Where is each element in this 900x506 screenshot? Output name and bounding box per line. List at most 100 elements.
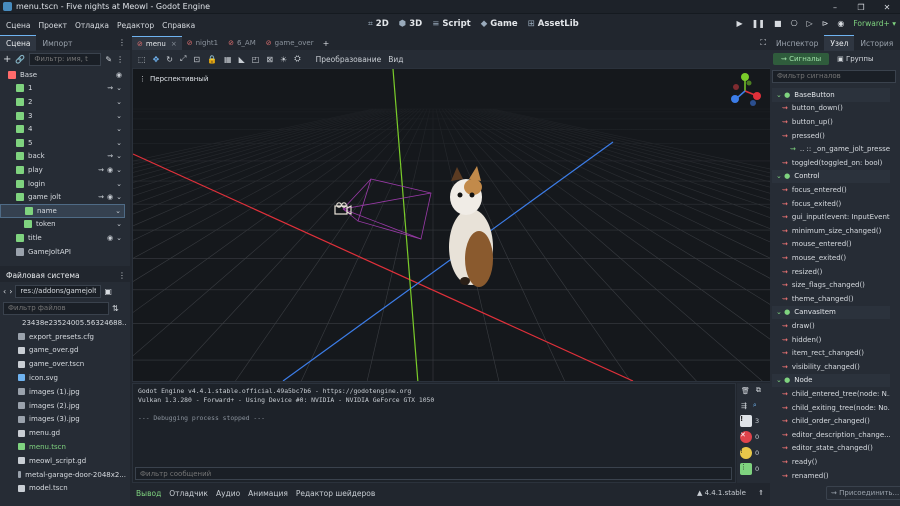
scene-tab[interactable]: ⊘ menu × bbox=[132, 36, 182, 50]
menu-scene[interactable]: Сцена bbox=[6, 21, 30, 30]
tab-history[interactable]: История bbox=[854, 36, 899, 51]
play-custom-icon[interactable]: ⊳ bbox=[822, 19, 829, 28]
preview-sun-icon[interactable]: ☀ bbox=[280, 55, 287, 64]
chevron-down-icon[interactable]: ⌄ bbox=[116, 220, 122, 228]
signal-row[interactable]: ⇝ editor_state_changed() bbox=[772, 442, 890, 456]
tab-debugger[interactable]: Отладчик bbox=[169, 489, 208, 498]
tab-output[interactable]: Вывод bbox=[136, 489, 161, 498]
signal-row[interactable]: ⇝ size_flags_changed() bbox=[772, 278, 890, 292]
workspace-game[interactable]: ◆ Game bbox=[481, 19, 518, 29]
file-row[interactable]: icon.svg bbox=[18, 371, 126, 385]
visibility-icon[interactable]: ◉ bbox=[107, 193, 113, 201]
signal-class-header[interactable]: ⌄ ● CanvasItem bbox=[772, 305, 890, 320]
signal-class-header[interactable]: ⌄ ● Node bbox=[772, 373, 890, 388]
view-menu[interactable]: Вид bbox=[388, 55, 403, 64]
signal-row[interactable]: ⇝ pressed() bbox=[772, 129, 890, 143]
split-view-icon[interactable]: ▣ bbox=[104, 287, 112, 296]
signal-icon[interactable]: ⇝ bbox=[98, 193, 104, 201]
snap-icon[interactable]: ⊠ bbox=[266, 55, 273, 64]
transform-icon[interactable]: ⊡ bbox=[193, 55, 200, 64]
scene-node-row[interactable]: GameJoltAPI bbox=[0, 245, 125, 259]
signal-row[interactable]: ⇝ child_exiting_tree(node: No... bbox=[772, 401, 890, 415]
add-tab-icon[interactable]: + bbox=[323, 39, 330, 48]
tab-inspector[interactable]: Инспектор bbox=[770, 36, 824, 51]
scene-node-row[interactable]: 5 ⌄ bbox=[0, 136, 125, 150]
signal-row[interactable]: ⇝ focus_entered() bbox=[772, 183, 890, 197]
expand-panel-icon[interactable]: ⇑ bbox=[758, 489, 764, 497]
remote-debug-icon[interactable]: ⎔ bbox=[791, 19, 798, 28]
distraction-free-icon[interactable]: ⛶ bbox=[760, 38, 766, 48]
select-tool-icon[interactable]: ⬚ bbox=[138, 55, 146, 64]
signal-row[interactable]: ⇝ visibility_changed() bbox=[772, 360, 890, 374]
chevron-down-icon[interactable]: ⌄ bbox=[116, 193, 122, 201]
file-row[interactable]: menu.tscn bbox=[18, 440, 126, 454]
signal-row[interactable]: ⇝ minimum_size_changed() bbox=[772, 224, 890, 238]
forward-icon[interactable]: › bbox=[9, 287, 12, 296]
chevron-down-icon[interactable]: ⌄ bbox=[115, 207, 121, 215]
menu-project[interactable]: Проект bbox=[38, 21, 67, 30]
chevron-down-icon[interactable]: ⌄ bbox=[116, 139, 122, 147]
tab-animation[interactable]: Анимация bbox=[248, 489, 288, 498]
local-space-icon[interactable]: ◰ bbox=[252, 55, 260, 64]
file-row[interactable]: metal-garage-door-2048x2... bbox=[18, 468, 126, 482]
chevron-down-icon[interactable]: ⌄ bbox=[116, 98, 122, 106]
copy-icon[interactable]: ⧉ bbox=[756, 386, 761, 395]
menu-help[interactable]: Справка bbox=[162, 21, 195, 30]
link-icon[interactable]: 🔗 bbox=[15, 55, 25, 64]
menu-icon[interactable]: ⋮ bbox=[118, 271, 126, 280]
signal-class-header[interactable]: ⌄ ● Control bbox=[772, 169, 890, 184]
move-tool-icon[interactable]: ✥ bbox=[153, 55, 160, 64]
scene-node-row[interactable]: game jolt ⇝ ◉ ⌄ bbox=[0, 190, 125, 204]
signal-row[interactable]: ⇝ item_rect_changed() bbox=[772, 346, 890, 360]
stop-icon[interactable]: ■ bbox=[774, 19, 782, 28]
scene-node-row[interactable]: 4 ⌄ bbox=[0, 122, 125, 136]
signal-row[interactable]: ⇝ renamed() bbox=[772, 469, 890, 483]
scene-node-row[interactable]: Base ◉ bbox=[0, 68, 125, 82]
signal-class-header[interactable]: ⌄ ● BaseButton bbox=[772, 88, 890, 102]
signal-row[interactable]: ⇝ toggled(toggled_on: bool) bbox=[772, 156, 890, 170]
scene-node-row[interactable]: 3 ⌄ bbox=[0, 109, 125, 123]
tab-shader-editor[interactable]: Редактор шейдеров bbox=[296, 489, 375, 498]
add-node-icon[interactable]: + bbox=[3, 54, 11, 65]
visibility-icon[interactable]: ◉ bbox=[107, 234, 113, 242]
close-tab-icon[interactable]: × bbox=[171, 40, 177, 48]
file-filter-input[interactable] bbox=[3, 301, 109, 315]
file-row[interactable]: game_over.tscn bbox=[18, 357, 126, 371]
signal-row[interactable]: ⇝ hidden() bbox=[772, 333, 890, 347]
chevron-down-icon[interactable]: ⌄ bbox=[116, 125, 122, 133]
menu-icon[interactable]: ⋮ bbox=[118, 38, 126, 47]
signal-row[interactable]: ⇝ editor_description_change... bbox=[772, 428, 890, 442]
scene-tab[interactable]: ⊘ night1 bbox=[182, 36, 223, 50]
file-row[interactable]: images (1).jpg bbox=[18, 385, 126, 399]
signal-row[interactable]: ⇝ button_down() bbox=[772, 102, 890, 116]
rotate-tool-icon[interactable]: ↻ bbox=[166, 55, 173, 64]
error-icon[interactable]: ✕ bbox=[740, 431, 752, 443]
tab-scene[interactable]: Сцена bbox=[0, 35, 37, 51]
signal-row[interactable]: ⇝ draw() bbox=[772, 319, 890, 333]
sort-icon[interactable]: ⇅ bbox=[112, 304, 119, 313]
file-row[interactable]: model.tscn bbox=[18, 482, 126, 496]
editor-msg-icon[interactable]: ⋮ bbox=[740, 463, 752, 475]
signal-row[interactable]: ⇝ resized() bbox=[772, 265, 890, 279]
lock-icon[interactable]: 🔒 bbox=[207, 55, 217, 64]
pause-icon[interactable]: ❚❚ bbox=[752, 19, 765, 28]
file-row[interactable]: game_over.gd bbox=[18, 344, 126, 358]
signal-filter-input[interactable] bbox=[772, 69, 896, 83]
play-scene-icon[interactable]: ▷ bbox=[807, 19, 813, 28]
transform-menu[interactable]: Преобразование bbox=[316, 55, 382, 64]
script-icon[interactable]: ✎ bbox=[105, 55, 112, 64]
visibility-icon[interactable]: ◉ bbox=[116, 71, 122, 79]
viewport-3d[interactable]: ⋮ Перспективный bbox=[132, 68, 772, 382]
menu-editor[interactable]: Редактор bbox=[117, 21, 154, 30]
signals-tab[interactable]: ⇝ Сигналы bbox=[773, 53, 830, 65]
scale-tool-icon[interactable]: ⤢ bbox=[180, 54, 186, 64]
scene-node-row[interactable]: play ⇝ ◉ ⌄ bbox=[0, 163, 125, 177]
filter-icon[interactable]: ⇶ bbox=[741, 402, 747, 410]
signal-row[interactable]: ⇝ focus_exited() bbox=[772, 197, 890, 211]
signal-icon[interactable]: ⇝ bbox=[107, 84, 113, 92]
kebab-icon[interactable]: ⋮ bbox=[139, 75, 146, 83]
chevron-down-icon[interactable]: ⌄ bbox=[116, 84, 122, 92]
scene-filter-input[interactable] bbox=[29, 52, 102, 66]
clear-icon[interactable]: 🗑 bbox=[741, 387, 750, 395]
signal-row[interactable]: ⇝ button_up() bbox=[772, 115, 890, 129]
